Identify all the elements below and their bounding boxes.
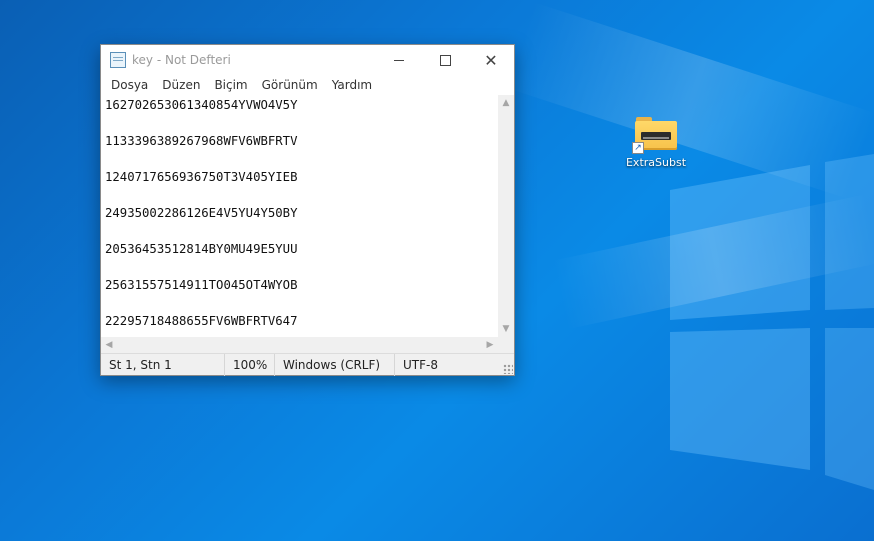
text-line: 22295718488655FV6WBFRTV647 <box>105 314 298 328</box>
desktop-icon-label: ExtraSubst <box>625 156 687 169</box>
scroll-down-icon[interactable]: ▼ <box>498 321 514 337</box>
minimize-button[interactable] <box>376 45 422 75</box>
text-line <box>105 258 498 276</box>
desktop-icon-extrasubst[interactable]: ↗ ExtraSubst <box>620 112 692 182</box>
text-line <box>105 114 498 132</box>
maximize-button[interactable] <box>422 45 468 75</box>
status-encoding: UTF-8 <box>403 357 438 372</box>
folder-shortcut-icon: ↗ <box>632 116 678 154</box>
menu-edit[interactable]: Düzen <box>155 78 207 92</box>
text-line <box>105 186 498 204</box>
vertical-scrollbar[interactable]: ▲ ▼ <box>498 95 514 337</box>
menu-format[interactable]: Biçim <box>207 78 254 92</box>
status-line-ending: Windows (CRLF) <box>275 353 395 376</box>
windows-logo-wallpaper <box>670 154 874 490</box>
text-line: 25631557514911TO045OT4WYOB <box>105 278 298 292</box>
shortcut-arrow-icon: ↗ <box>632 142 644 154</box>
status-zoom: 100% <box>225 353 275 376</box>
scrollbar-corner <box>498 337 514 353</box>
text-line: 1240717656936750T3V405YIEB <box>105 170 298 184</box>
menu-view[interactable]: Görünüm <box>255 78 325 92</box>
horizontal-scrollbar[interactable]: ◀ ▶ <box>101 337 498 353</box>
text-line: 1133396389267968WFV6WBFRTV <box>105 134 298 148</box>
status-bar: St 1, Stn 1 100% Windows (CRLF) UTF-8 <box>101 353 514 376</box>
text-editor[interactable]: 162702653061340854YVWO4V5Y 1133396389267… <box>101 95 498 337</box>
text-line: 20536453512814BY0MU49E5YUU <box>105 242 298 256</box>
status-cursor-position: St 1, Stn 1 <box>101 353 225 376</box>
text-line <box>105 294 498 312</box>
scroll-right-icon[interactable]: ▶ <box>482 337 498 353</box>
scroll-left-icon[interactable]: ◀ <box>101 337 117 353</box>
menu-file[interactable]: Dosya <box>104 78 155 92</box>
title-bar[interactable]: key - Not Defteri ✕ <box>101 45 514 75</box>
scroll-up-icon[interactable]: ▲ <box>498 95 514 111</box>
resize-grip-icon[interactable] <box>503 364 513 374</box>
notepad-icon <box>110 52 126 68</box>
menu-help[interactable]: Yardım <box>325 78 379 92</box>
notepad-window[interactable]: key - Not Defteri ✕ Dosya Düzen Biçim Gö… <box>100 44 515 376</box>
wallpaper-ray <box>552 194 874 330</box>
close-button[interactable]: ✕ <box>468 45 514 75</box>
window-controls: ✕ <box>376 45 514 75</box>
menu-bar: Dosya Düzen Biçim Görünüm Yardım <box>101 75 514 95</box>
text-line: 162702653061340854YVWO4V5Y <box>105 98 298 112</box>
text-line: 24935002286126E4V5YU4Y50BY <box>105 206 298 220</box>
text-line <box>105 222 498 240</box>
text-line <box>105 150 498 168</box>
window-title: key - Not Defteri <box>132 53 231 67</box>
